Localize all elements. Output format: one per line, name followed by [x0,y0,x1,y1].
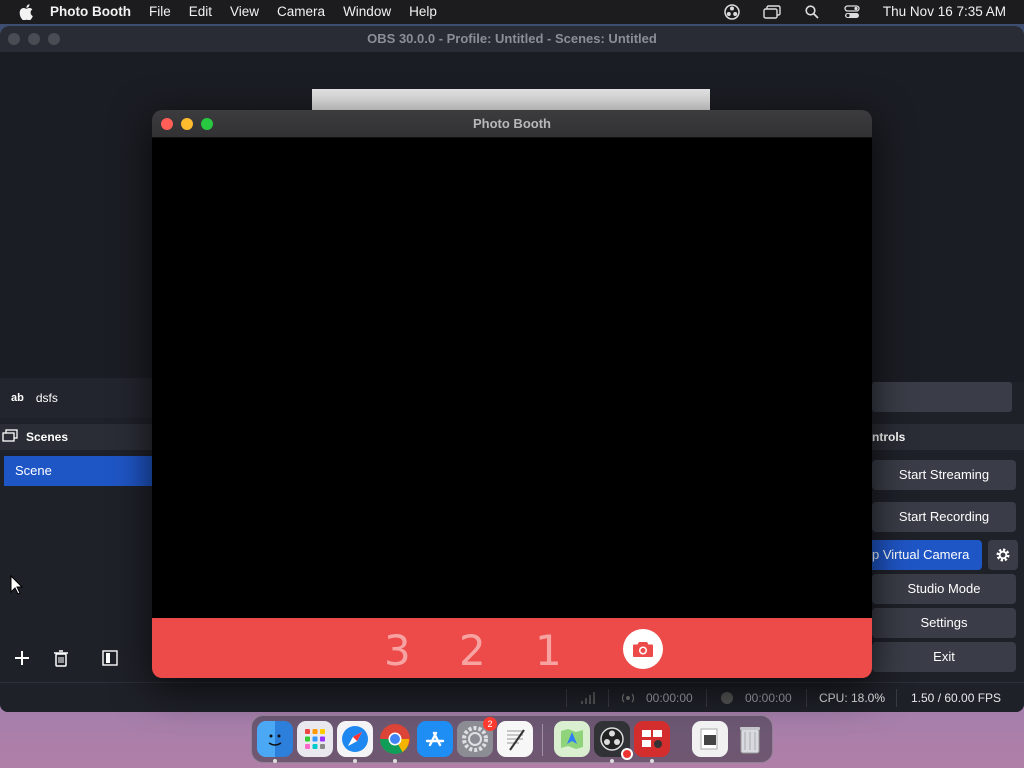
record-time: 00:00:00 [745,691,792,705]
obs-titlebar: OBS 30.0.0 - Profile: Untitled - Scenes:… [0,26,1024,52]
virtual-camera-button[interactable]: p Virtual Camera [872,540,982,570]
obs-window-title: OBS 30.0.0 - Profile: Untitled - Scenes:… [367,31,657,46]
start-streaming-button[interactable]: Start Streaming [872,460,1016,490]
camera-icon [633,642,653,657]
obs-status-icon[interactable] [723,4,741,20]
dock: 2 [251,715,773,763]
maps-icon[interactable] [554,721,590,757]
countdown-1: 1 [535,626,562,675]
obs-window-controls [8,33,60,45]
app-store-icon[interactable] [417,721,453,757]
exit-button[interactable]: Exit [872,642,1016,672]
pb-zoom-button[interactable] [201,118,213,130]
obs-minimize-button[interactable] [28,33,40,45]
photo-booth-window-controls [161,118,213,130]
text-source-icon: ab [11,392,24,404]
mouse-cursor [10,574,24,600]
finder-icon[interactable] [257,721,293,757]
settings-badge: 2 [483,717,497,731]
start-recording-button[interactable]: Start Recording [872,502,1016,532]
scene-filters-button[interactable] [97,646,123,670]
menu-view[interactable]: View [221,0,268,24]
dock-separator [542,724,543,756]
gear-icon [996,548,1010,562]
obs-status-bar: 00:00:00 00:00:00 CPU: 18.0% 1.50 / 60.0… [0,682,1024,712]
remove-scene-button[interactable] [48,646,74,670]
photo-booth-window: Photo Booth 3 2 1 [152,110,872,678]
obs-zoom-button[interactable] [48,33,60,45]
control-center-icon[interactable] [843,4,861,20]
stream-status-icon [622,683,634,712]
scenes-icon [2,428,18,446]
menu-edit[interactable]: Edit [180,0,221,24]
source-item[interactable]: ab dsfs [0,378,160,418]
cpu-usage: CPU: 18.0% [819,691,886,705]
menu-help[interactable]: Help [400,0,446,24]
menu-app-name[interactable]: Photo Booth [48,0,140,24]
fps-readout: 1.50 / 60.00 FPS [911,691,1002,705]
safari-icon[interactable] [337,721,373,757]
source-name: dsfs [35,391,58,405]
trash-icon[interactable] [732,721,768,757]
stream-time: 00:00:00 [646,691,693,705]
take-photo-button[interactable] [623,629,663,669]
record-status-icon [720,683,734,712]
scene-list-item[interactable]: Scene [4,456,160,486]
menu-camera[interactable]: Camera [268,0,334,24]
camera-preview [152,138,872,618]
menu-clock[interactable]: Thu Nov 16 7:35 AM [883,0,1006,24]
launchpad-icon[interactable] [297,721,333,757]
controls-dock-header: ntrols [872,424,1024,450]
menu-bar: Photo Booth File Edit View Camera Window… [0,0,1024,24]
preview-icon[interactable] [692,721,728,757]
properties-bar[interactable] [872,382,1012,412]
apple-menu-icon[interactable] [16,2,36,22]
pb-minimize-button[interactable] [181,118,193,130]
network-signal-icon [580,683,596,712]
menu-file[interactable]: File [140,0,180,24]
scenes-title: Scenes [26,430,69,444]
spotlight-search-icon[interactable] [803,4,821,20]
obs-app-icon[interactable] [594,721,633,760]
chrome-icon[interactable] [377,721,413,757]
obs-close-button[interactable] [8,33,20,45]
virtual-camera-settings-button[interactable] [988,540,1018,570]
add-scene-button[interactable] [9,646,35,670]
pb-close-button[interactable] [161,118,173,130]
countdown-3: 3 [384,626,411,675]
system-settings-icon[interactable]: 2 [457,717,497,757]
countdown-2: 2 [459,626,486,675]
scenes-dock-header: Scenes [0,424,160,450]
photo-booth-title: Photo Booth [473,116,551,131]
photo-booth-app-icon[interactable] [634,721,670,757]
menu-window[interactable]: Window [334,0,400,24]
screen-mirroring-icon[interactable] [763,4,781,20]
settings-button[interactable]: Settings [872,608,1016,638]
studio-mode-button[interactable]: Studio Mode [872,574,1016,604]
textedit-icon[interactable] [497,721,533,757]
recording-indicator-icon [621,748,633,760]
scene-toolbar [0,640,160,676]
photo-booth-countdown-bar: 3 2 1 [152,618,872,678]
photo-booth-titlebar: Photo Booth [152,110,872,138]
